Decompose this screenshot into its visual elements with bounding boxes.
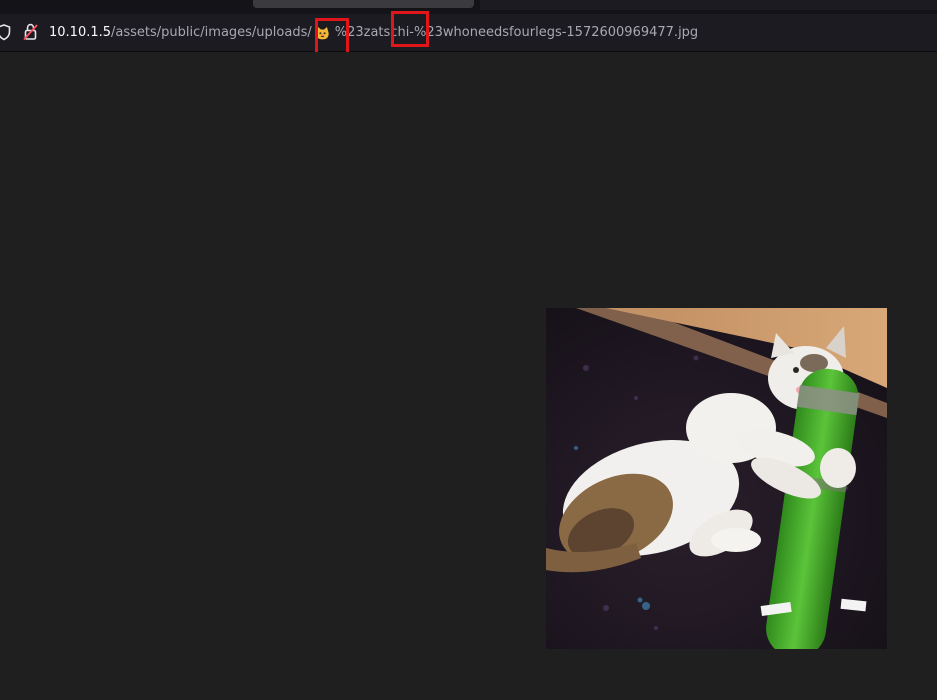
tab-strip-fill: [480, 0, 937, 10]
url-text[interactable]: 10.10.1.5/assets/public/images/uploads/ …: [49, 23, 698, 43]
active-tab[interactable]: [253, 0, 474, 8]
tab-strip: [0, 0, 937, 14]
annotation-box-second-encoded-hash: [391, 11, 429, 47]
url-path-filename: %23zatschi-%23whoneedsfourlegs-157260096…: [334, 25, 699, 40]
address-bar[interactable]: 10.10.1.5/assets/public/images/uploads/ …: [0, 11, 937, 55]
url-path-prefix: /assets/public/images/uploads/: [111, 25, 312, 40]
annotation-box-first-encoded-hash: [315, 18, 349, 55]
uploaded-image: [546, 308, 887, 649]
url-host: 10.10.1.5: [49, 25, 112, 40]
shield-icon[interactable]: [0, 23, 11, 41]
insecure-lock-icon[interactable]: [23, 23, 39, 41]
